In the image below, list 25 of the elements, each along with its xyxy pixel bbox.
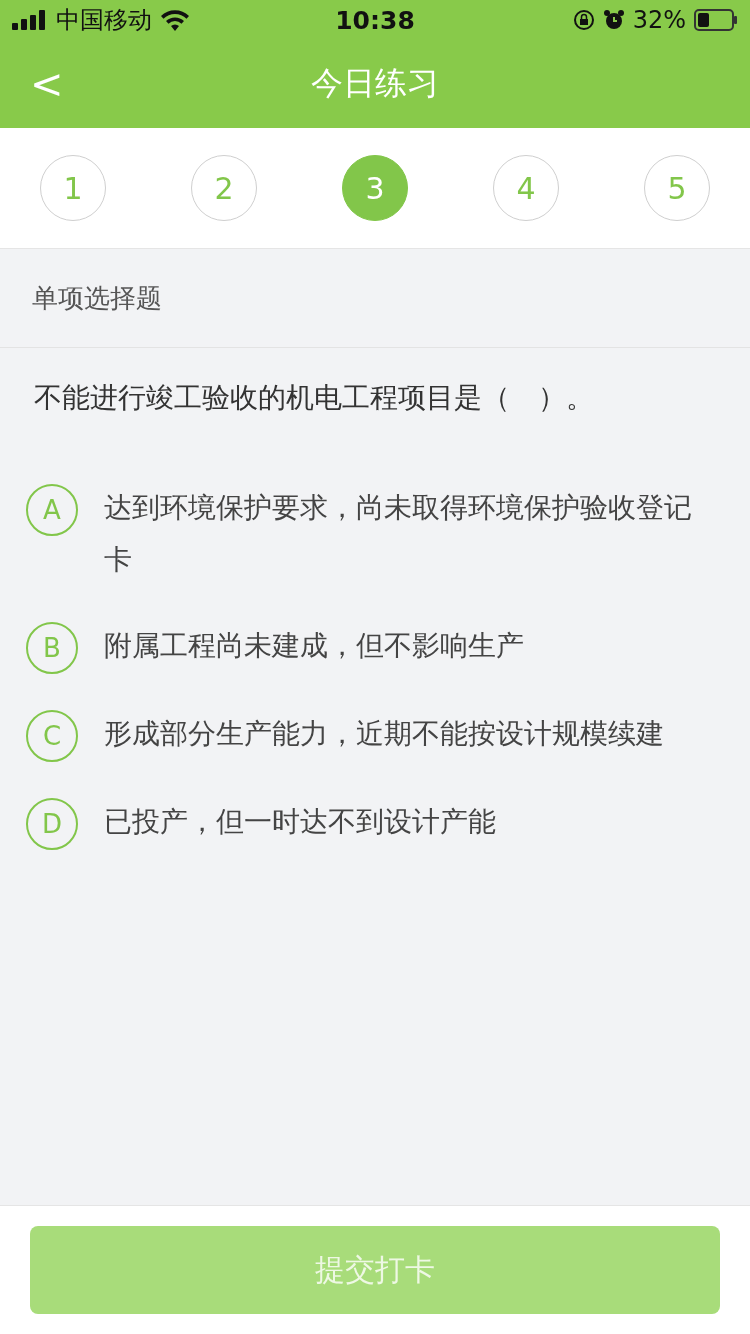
- signal-icon: [12, 10, 48, 30]
- question-number-tab[interactable]: 3: [342, 155, 408, 221]
- question-type: 单项选择题: [32, 281, 162, 315]
- option-letter[interactable]: C: [26, 710, 78, 762]
- battery-percent: 32%: [632, 6, 686, 34]
- option-text[interactable]: 附属工程尚未建成，但不影响生产: [104, 620, 524, 672]
- option-text[interactable]: 达到环境保护要求，尚未取得环境保护验收登记卡: [104, 482, 710, 586]
- question-number-tab[interactable]: 4: [493, 155, 559, 221]
- wifi-icon: [160, 9, 190, 31]
- rotation-lock-icon: [572, 9, 595, 31]
- page-title: 今日练习: [311, 63, 439, 104]
- question-number-tab[interactable]: 5: [644, 155, 710, 221]
- carrier-name: 中国移动: [56, 5, 152, 36]
- status-time: 10:38: [335, 5, 415, 35]
- battery-icon: [694, 9, 738, 31]
- alarm-icon: [602, 9, 625, 31]
- back-button[interactable]: <: [22, 61, 72, 107]
- question-number-tab[interactable]: 1: [40, 155, 106, 221]
- question-number-tab[interactable]: 2: [191, 155, 257, 221]
- option-text[interactable]: 已投产，但一时达不到设计产能: [104, 796, 496, 848]
- option-letter[interactable]: D: [26, 798, 78, 850]
- question-text: 不能进行竣工验收的机电工程项目是（ ）。: [34, 381, 594, 414]
- option-letter[interactable]: A: [26, 484, 78, 536]
- option-text[interactable]: 形成部分生产能力，近期不能按设计规模续建: [104, 708, 664, 760]
- option-letter[interactable]: B: [26, 622, 78, 674]
